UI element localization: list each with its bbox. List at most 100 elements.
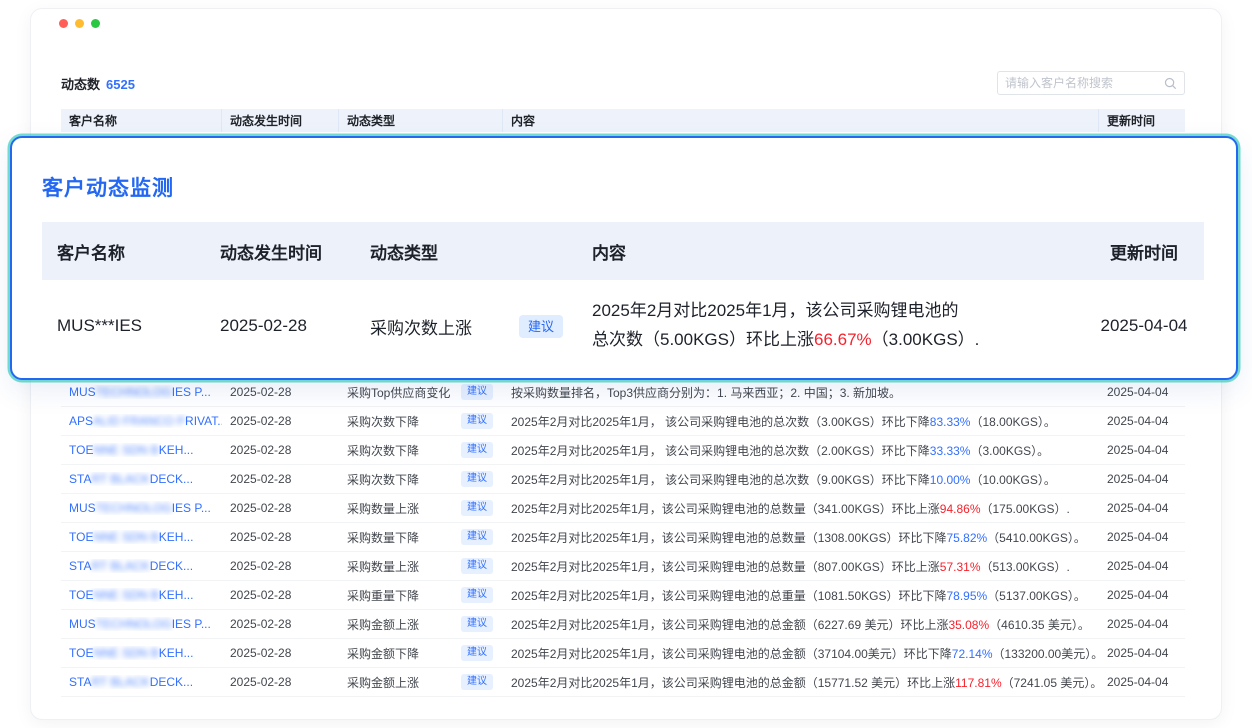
event-content: 2025年2月对比2025年1月， 该公司采购锂电池的总次数（2.00KGS）环… (503, 442, 1099, 459)
content-post: （3.00KGS）. (872, 330, 980, 349)
search-icon[interactable] (1164, 77, 1177, 90)
percent-change: 72.14% (952, 647, 993, 661)
event-type: 采购次数上涨 建议 (355, 314, 577, 339)
suggestion-badge: 建议 (461, 471, 493, 487)
dynamics-count-value: 6525 (106, 77, 135, 92)
event-type: 采购次数下降建议 (339, 442, 503, 459)
content-line2: 总次数（5.00KGS）环比上涨66.67%（3.00KGS）. (592, 326, 1084, 355)
update-time: 2025-04-04 (1084, 316, 1204, 336)
close-button[interactable] (59, 19, 68, 28)
company-link[interactable]: TOENNE SDN BKEH... (61, 646, 222, 660)
card-title: 客户动态监测 (42, 172, 174, 202)
column-header-time: 动态发生时间 (222, 109, 339, 132)
percent-change: 57.31% (940, 560, 981, 574)
column-header-content: 内容 (503, 109, 1099, 132)
event-time: 2025-02-28 (222, 530, 339, 544)
column-header-type: 动态类型 (355, 239, 577, 264)
event-type: 采购数量下降建议 (339, 529, 503, 546)
card-table-row: MUS***IES 2025-02-28 采购次数上涨 建议 2025年2月对比… (42, 280, 1204, 372)
percent-change: 35.08% (948, 618, 989, 632)
event-type: 采购数量上涨建议 (339, 500, 503, 517)
table-row: START BLACKDECK...2025-02-28采购数量上涨建议2025… (61, 552, 1185, 581)
table-row: MUSTECHNOLOGIES P...2025-02-28采购Top供应商变化… (61, 378, 1185, 407)
column-header-update: 更新时间 (1099, 109, 1185, 132)
column-header-update: 更新时间 (1084, 239, 1204, 264)
update-time: 2025-04-04 (1099, 472, 1185, 486)
event-time: 2025-02-28 (205, 316, 355, 336)
table-row: APSALID FRANCO PRIVAT...2025-02-28采购次数下降… (61, 407, 1185, 436)
event-content: 2025年2月对比2025年1月，该公司采购锂电池的总金额（15771.52 美… (503, 674, 1099, 691)
card-table-header: 客户名称 动态发生时间 动态类型 内容 更新时间 (42, 222, 1204, 280)
update-time: 2025-04-04 (1099, 385, 1185, 399)
table-row: START BLACKDECK...2025-02-28采购金额上涨建议2025… (61, 668, 1185, 697)
company-link[interactable]: TOENNE SDN BKEH... (61, 443, 222, 457)
event-type: 采购金额下降建议 (339, 645, 503, 662)
table-row: TOENNE SDN BKEH...2025-02-28采购数量下降建议 2025… (61, 523, 1185, 552)
event-content: 2025年2月对比2025年1月，该公司采购锂电池的 总次数（5.00KGS）环… (577, 297, 1084, 355)
table-row: MUSTECHNOLOGIES P...2025-02-28采购金额上涨建议20… (61, 610, 1185, 639)
minimize-button[interactable] (75, 19, 84, 28)
suggestion-badge: 建议 (461, 413, 493, 429)
company-link[interactable]: START BLACKDECK... (61, 472, 222, 486)
company-link[interactable]: MUSTECHNOLOGIES P... (61, 617, 222, 631)
event-type: 采购金额上涨建议 (339, 616, 503, 633)
event-time: 2025-02-28 (222, 385, 339, 399)
company-link[interactable]: MUSTECHNOLOGIES P... (61, 385, 222, 399)
table-row: START BLACKDECK...2025-02-28采购次数下降建议2025… (61, 465, 1185, 494)
suggestion-badge: 建议 (461, 616, 493, 632)
suggestion-badge: 建议 (461, 529, 493, 545)
customer-name: MUS***IES (42, 316, 205, 336)
event-content: 按采购数量排名，Top3供应商分别为：1. 马来西亚；2. 中国；3. 新加坡。 (503, 384, 1099, 401)
event-content: 2025年2月对比2025年1月，该公司采购锂电池的总金额（37104.00美元… (503, 645, 1099, 662)
column-header-type: 动态类型 (339, 109, 503, 132)
company-link[interactable]: START BLACKDECK... (61, 675, 222, 689)
event-content: 2025年2月对比2025年1月，该公司采购锂电池的总重量（1081.50KGS… (503, 587, 1099, 604)
table-body: MUSTECHNOLOGIES P...2025-02-28采购Top供应商变化… (61, 378, 1185, 697)
company-link[interactable]: START BLACKDECK... (61, 559, 222, 573)
update-time: 2025-04-04 (1099, 559, 1185, 573)
update-time: 2025-04-04 (1099, 443, 1185, 457)
company-link[interactable]: TOENNE SDN BKEH... (61, 588, 222, 602)
event-content: 2025年2月对比2025年1月，该公司采购锂电池的总数量（807.00KGS）… (503, 558, 1099, 575)
company-link[interactable]: APSALID FRANCO PRIVAT... (61, 414, 222, 428)
dynamics-count-label: 动态数 (61, 77, 100, 92)
percent-change: 75.82% (946, 531, 987, 545)
company-link[interactable]: MUSTECHNOLOGIES P... (61, 501, 222, 515)
percent-change: 117.81% (955, 676, 1001, 690)
suggestion-badge: 建议 (461, 674, 493, 690)
card-table: 客户名称 动态发生时间 动态类型 内容 更新时间 MUS***IES 2025-… (42, 222, 1204, 372)
event-type: 采购次数下降建议 (339, 471, 503, 488)
event-time: 2025-02-28 (222, 617, 339, 631)
percent-change: 10.00% (930, 473, 971, 487)
event-content: 2025年2月对比2025年1月，该公司采购锂电池的总数量（341.00KGS）… (503, 500, 1099, 517)
event-time: 2025-02-28 (222, 646, 339, 660)
percent-change: 33.33% (930, 444, 971, 458)
table-row: TOENNE SDN BKEH...2025-02-28采购次数下降建议2025… (61, 436, 1185, 465)
event-time: 2025-02-28 (222, 675, 339, 689)
customer-dynamics-monitor-card: 客户动态监测 客户名称 动态发生时间 动态类型 内容 更新时间 MUS***IE… (10, 136, 1238, 380)
company-link[interactable]: TOENNE SDN BKEH... (61, 530, 222, 544)
event-content: 2025年2月对比2025年1月， 该公司采购锂电池的总次数（9.00KGS）环… (503, 471, 1099, 488)
event-time: 2025-02-28 (222, 588, 339, 602)
update-time: 2025-04-04 (1099, 617, 1185, 631)
suggestion-badge: 建议 (461, 645, 493, 661)
toolbar: 动态数 6525 (61, 67, 1185, 99)
search-input[interactable] (1005, 76, 1164, 90)
update-time: 2025-04-04 (1099, 675, 1185, 689)
content-line1: 2025年2月对比2025年1月，该公司采购锂电池的 (592, 297, 1084, 326)
event-type-label: 采购次数上涨 (370, 314, 472, 339)
update-time: 2025-04-04 (1099, 530, 1185, 544)
event-time: 2025-02-28 (222, 472, 339, 486)
content-percent: 66.67% (814, 330, 872, 349)
table-row: TOENNE SDN BKEH...2025-02-28采购金额下降建议2025… (61, 639, 1185, 668)
event-time: 2025-02-28 (222, 443, 339, 457)
table-row: TOENNE SDN BKEH...2025-02-28采购重量下降建议2025… (61, 581, 1185, 610)
update-time: 2025-04-04 (1099, 588, 1185, 602)
event-content: 2025年2月对比2025年1月，该公司采购锂电池的总金额（6227.69 美元… (503, 616, 1099, 633)
column-header-content: 内容 (577, 239, 1084, 264)
zoom-button[interactable] (91, 19, 100, 28)
suggestion-badge: 建议 (461, 442, 493, 458)
percent-change: 78.95% (946, 589, 987, 603)
event-time: 2025-02-28 (222, 414, 339, 428)
window-controls (59, 19, 100, 28)
